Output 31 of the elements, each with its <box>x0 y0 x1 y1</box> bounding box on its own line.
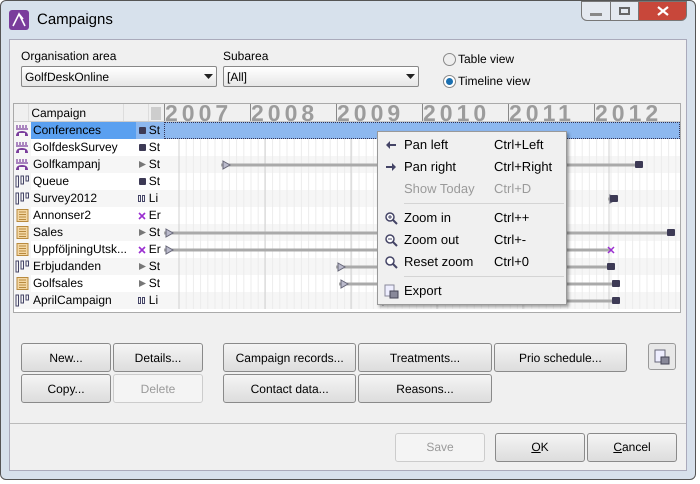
campaign-name: GolfdeskSurvey <box>32 139 119 156</box>
campaign-name: Conferences <box>30 122 136 139</box>
campaign-name: Golfkampanj <box>32 156 102 173</box>
status-text: St <box>148 275 162 292</box>
year-label: 2011 <box>508 104 594 121</box>
campaign-name: UppföljningUtsk... <box>32 241 128 258</box>
campaign-name: Survey2012 <box>32 190 98 207</box>
year-label: 2012 <box>594 104 680 121</box>
field-label: Organisation area <box>21 48 118 64</box>
status-text: Er <box>148 207 162 224</box>
status-text: St <box>148 122 162 139</box>
campaign-name: Queue <box>32 173 70 190</box>
campaign-name: Golfsales <box>32 275 84 292</box>
status-text: Li <box>148 292 160 309</box>
status-text: St <box>148 156 162 173</box>
year-label: 2009 <box>336 104 422 121</box>
year-label: 2010 <box>422 104 508 121</box>
status-text: St <box>148 139 162 156</box>
year-label: 2007 <box>164 104 250 121</box>
campaign-name: Annonser2 <box>32 207 92 224</box>
campaign-name: Erbjudanden <box>32 258 102 275</box>
year-label: 2008 <box>250 104 336 121</box>
campaign-name: Sales <box>32 224 64 241</box>
status-text: Li <box>148 190 160 207</box>
field-label: Subarea <box>223 48 270 64</box>
status-text: St <box>148 224 162 241</box>
status-text: St <box>148 258 162 275</box>
campaign-name: AprilCampaign <box>32 292 113 309</box>
status-text: St <box>148 173 162 190</box>
window-title: Campaigns <box>37 10 113 30</box>
status-text: Er <box>148 241 162 258</box>
